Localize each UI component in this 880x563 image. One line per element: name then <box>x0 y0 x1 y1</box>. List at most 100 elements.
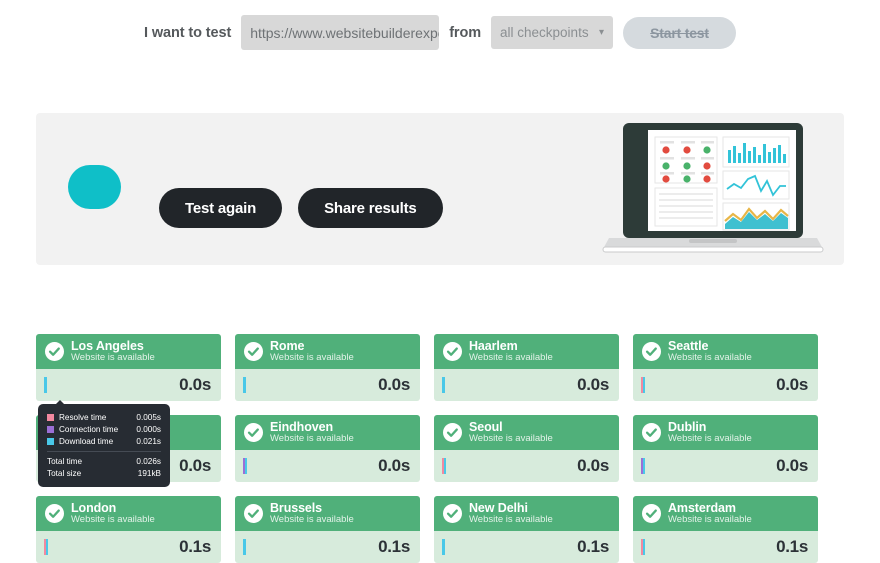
timing-bar[interactable] <box>641 539 645 555</box>
card-body[interactable]: 0.0s <box>434 369 619 401</box>
check-circle-icon <box>244 342 263 361</box>
checkpoint-select[interactable]: all checkpoints ▾ <box>491 16 614 49</box>
checkpoint-card[interactable]: Eindhoven Website is available 0.0s <box>235 415 420 482</box>
card-header: Seoul Website is available <box>434 415 619 450</box>
timing-segment <box>444 458 446 474</box>
card-body[interactable]: 0.1s <box>434 531 619 563</box>
timing-bar[interactable] <box>243 458 247 474</box>
tooltip-metric-label: Connection time <box>59 424 119 434</box>
card-header: Rome Website is available <box>235 334 420 369</box>
checkpoint-card[interactable]: Amsterdam Website is available 0.1s <box>633 496 818 563</box>
checkpoint-card[interactable]: Rome Website is available 0.0s <box>235 334 420 401</box>
card-header: Dublin Website is available <box>633 415 818 450</box>
card-body[interactable]: 0.0s <box>434 450 619 482</box>
timing-bar[interactable] <box>243 539 246 555</box>
timing-bar[interactable] <box>641 458 645 474</box>
timing-segment <box>643 458 645 474</box>
checkpoint-card[interactable]: Los Angeles Website is available 0.0s <box>36 334 221 401</box>
card-body[interactable]: 0.0s <box>633 450 818 482</box>
check-circle-icon <box>443 342 462 361</box>
timing-tooltip: Resolve time 0.005s Connection time 0.000s D… <box>38 400 170 487</box>
timing-segment <box>442 377 445 393</box>
checkpoint-card[interactable]: London Website is available 0.1s <box>36 496 221 563</box>
tooltip-total-row: Total size 191kB <box>47 467 161 479</box>
tooltip-color-swatch <box>47 413 54 421</box>
card-body[interactable]: 0.1s <box>235 531 420 563</box>
card-titles: Seoul Website is available <box>469 421 553 444</box>
card-header: Los Angeles Website is available <box>36 334 221 369</box>
card-status-text: Website is available <box>270 514 354 526</box>
card-total-time: 0.0s <box>577 375 609 394</box>
card-body[interactable]: 0.0s <box>235 369 420 401</box>
timing-segment <box>243 539 246 555</box>
card-total-time: 0.0s <box>378 375 410 394</box>
test-form-bar: I want to test https://www.websitebuilde… <box>0 0 880 55</box>
card-body[interactable]: 0.0s <box>36 369 221 401</box>
checkpoint-card[interactable]: Brussels Website is available 0.1s <box>235 496 420 563</box>
card-header: Haarlem Website is available <box>434 334 619 369</box>
card-titles: Haarlem Website is available <box>469 340 553 363</box>
timing-bar[interactable] <box>442 539 445 555</box>
card-body[interactable]: 0.0s <box>633 369 818 401</box>
checkpoint-card[interactable]: New Delhi Website is available 0.1s <box>434 496 619 563</box>
checkpoint-card[interactable]: Dublin Website is available 0.0s <box>633 415 818 482</box>
timing-bar[interactable] <box>442 377 445 393</box>
timing-bar[interactable] <box>243 377 246 393</box>
tooltip-color-swatch <box>47 437 54 445</box>
card-total-time: 0.0s <box>776 375 808 394</box>
card-titles: Los Angeles Website is available <box>71 340 155 363</box>
card-body[interactable]: 0.0s <box>235 450 420 482</box>
card-body[interactable]: 0.1s <box>633 531 818 563</box>
card-body[interactable]: 0.1s <box>36 531 221 563</box>
timing-bar[interactable] <box>442 458 446 474</box>
card-titles: Dublin Website is available <box>668 421 752 444</box>
card-titles: Eindhoven Website is available <box>270 421 354 444</box>
card-titles: Rome Website is available <box>270 340 354 363</box>
start-test-button[interactable]: Start test <box>623 16 737 49</box>
tooltip-total-label: Total size <box>47 468 82 478</box>
check-circle-icon <box>642 504 661 523</box>
test-again-button[interactable]: Test again <box>159 188 283 228</box>
checkpoint-card[interactable]: Seoul Website is available 0.0s <box>434 415 619 482</box>
card-status-text: Website is available <box>71 514 155 526</box>
card-total-time: 0.0s <box>776 456 808 475</box>
tooltip-total-label: Total time <box>47 456 83 466</box>
check-circle-icon <box>244 504 263 523</box>
url-input[interactable]: https://www.websitebuilderexpert.com <box>241 15 440 50</box>
timing-bar[interactable] <box>641 377 645 393</box>
banner-actions: Test again Share results <box>159 188 443 228</box>
card-total-time: 0.1s <box>179 537 211 556</box>
card-status-text: Website is available <box>270 433 354 445</box>
card-total-time: 0.0s <box>577 456 609 475</box>
tooltip-total-value: 0.026s <box>136 456 161 466</box>
results-banner: Test again Share results <box>36 113 844 265</box>
check-circle-icon <box>443 423 462 442</box>
tooltip-total-value: 191kB <box>137 468 161 478</box>
from-label: from <box>449 24 482 41</box>
tooltip-totals: Total time 0.026s Total size 191kB <box>47 455 161 479</box>
tooltip-metric-value: 0.005s <box>136 412 161 422</box>
checkpoint-card[interactable]: Seattle Website is available 0.0s <box>633 334 818 401</box>
timing-bar[interactable] <box>44 377 47 393</box>
tooltip-metric-row: Resolve time 0.005s <box>47 411 161 423</box>
share-results-button[interactable]: Share results <box>298 188 443 228</box>
timing-bar[interactable] <box>44 539 48 555</box>
check-circle-icon <box>642 342 661 361</box>
tooltip-color-swatch <box>47 425 54 433</box>
tooltip-rows: Resolve time 0.005s Connection time 0.000s D… <box>47 411 161 447</box>
tooltip-metric-value: 0.021s <box>136 436 161 446</box>
chevron-down-icon: ▾ <box>598 26 605 38</box>
card-header: Eindhoven Website is available <box>235 415 420 450</box>
tooltip-metric-row: Download time 0.021s <box>47 435 161 447</box>
check-circle-icon <box>443 504 462 523</box>
check-circle-icon <box>642 423 661 442</box>
checkpoint-card[interactable]: Haarlem Website is available 0.0s <box>434 334 619 401</box>
timing-segment <box>643 377 645 393</box>
card-total-time: 0.1s <box>378 537 410 556</box>
card-titles: Brussels Website is available <box>270 502 354 525</box>
card-header: New Delhi Website is available <box>434 496 619 531</box>
card-status-text: Website is available <box>270 352 354 364</box>
status-blob-icon <box>68 165 121 209</box>
timing-segment <box>46 539 48 555</box>
checkpoint-select-value: all checkpoints <box>500 25 589 40</box>
